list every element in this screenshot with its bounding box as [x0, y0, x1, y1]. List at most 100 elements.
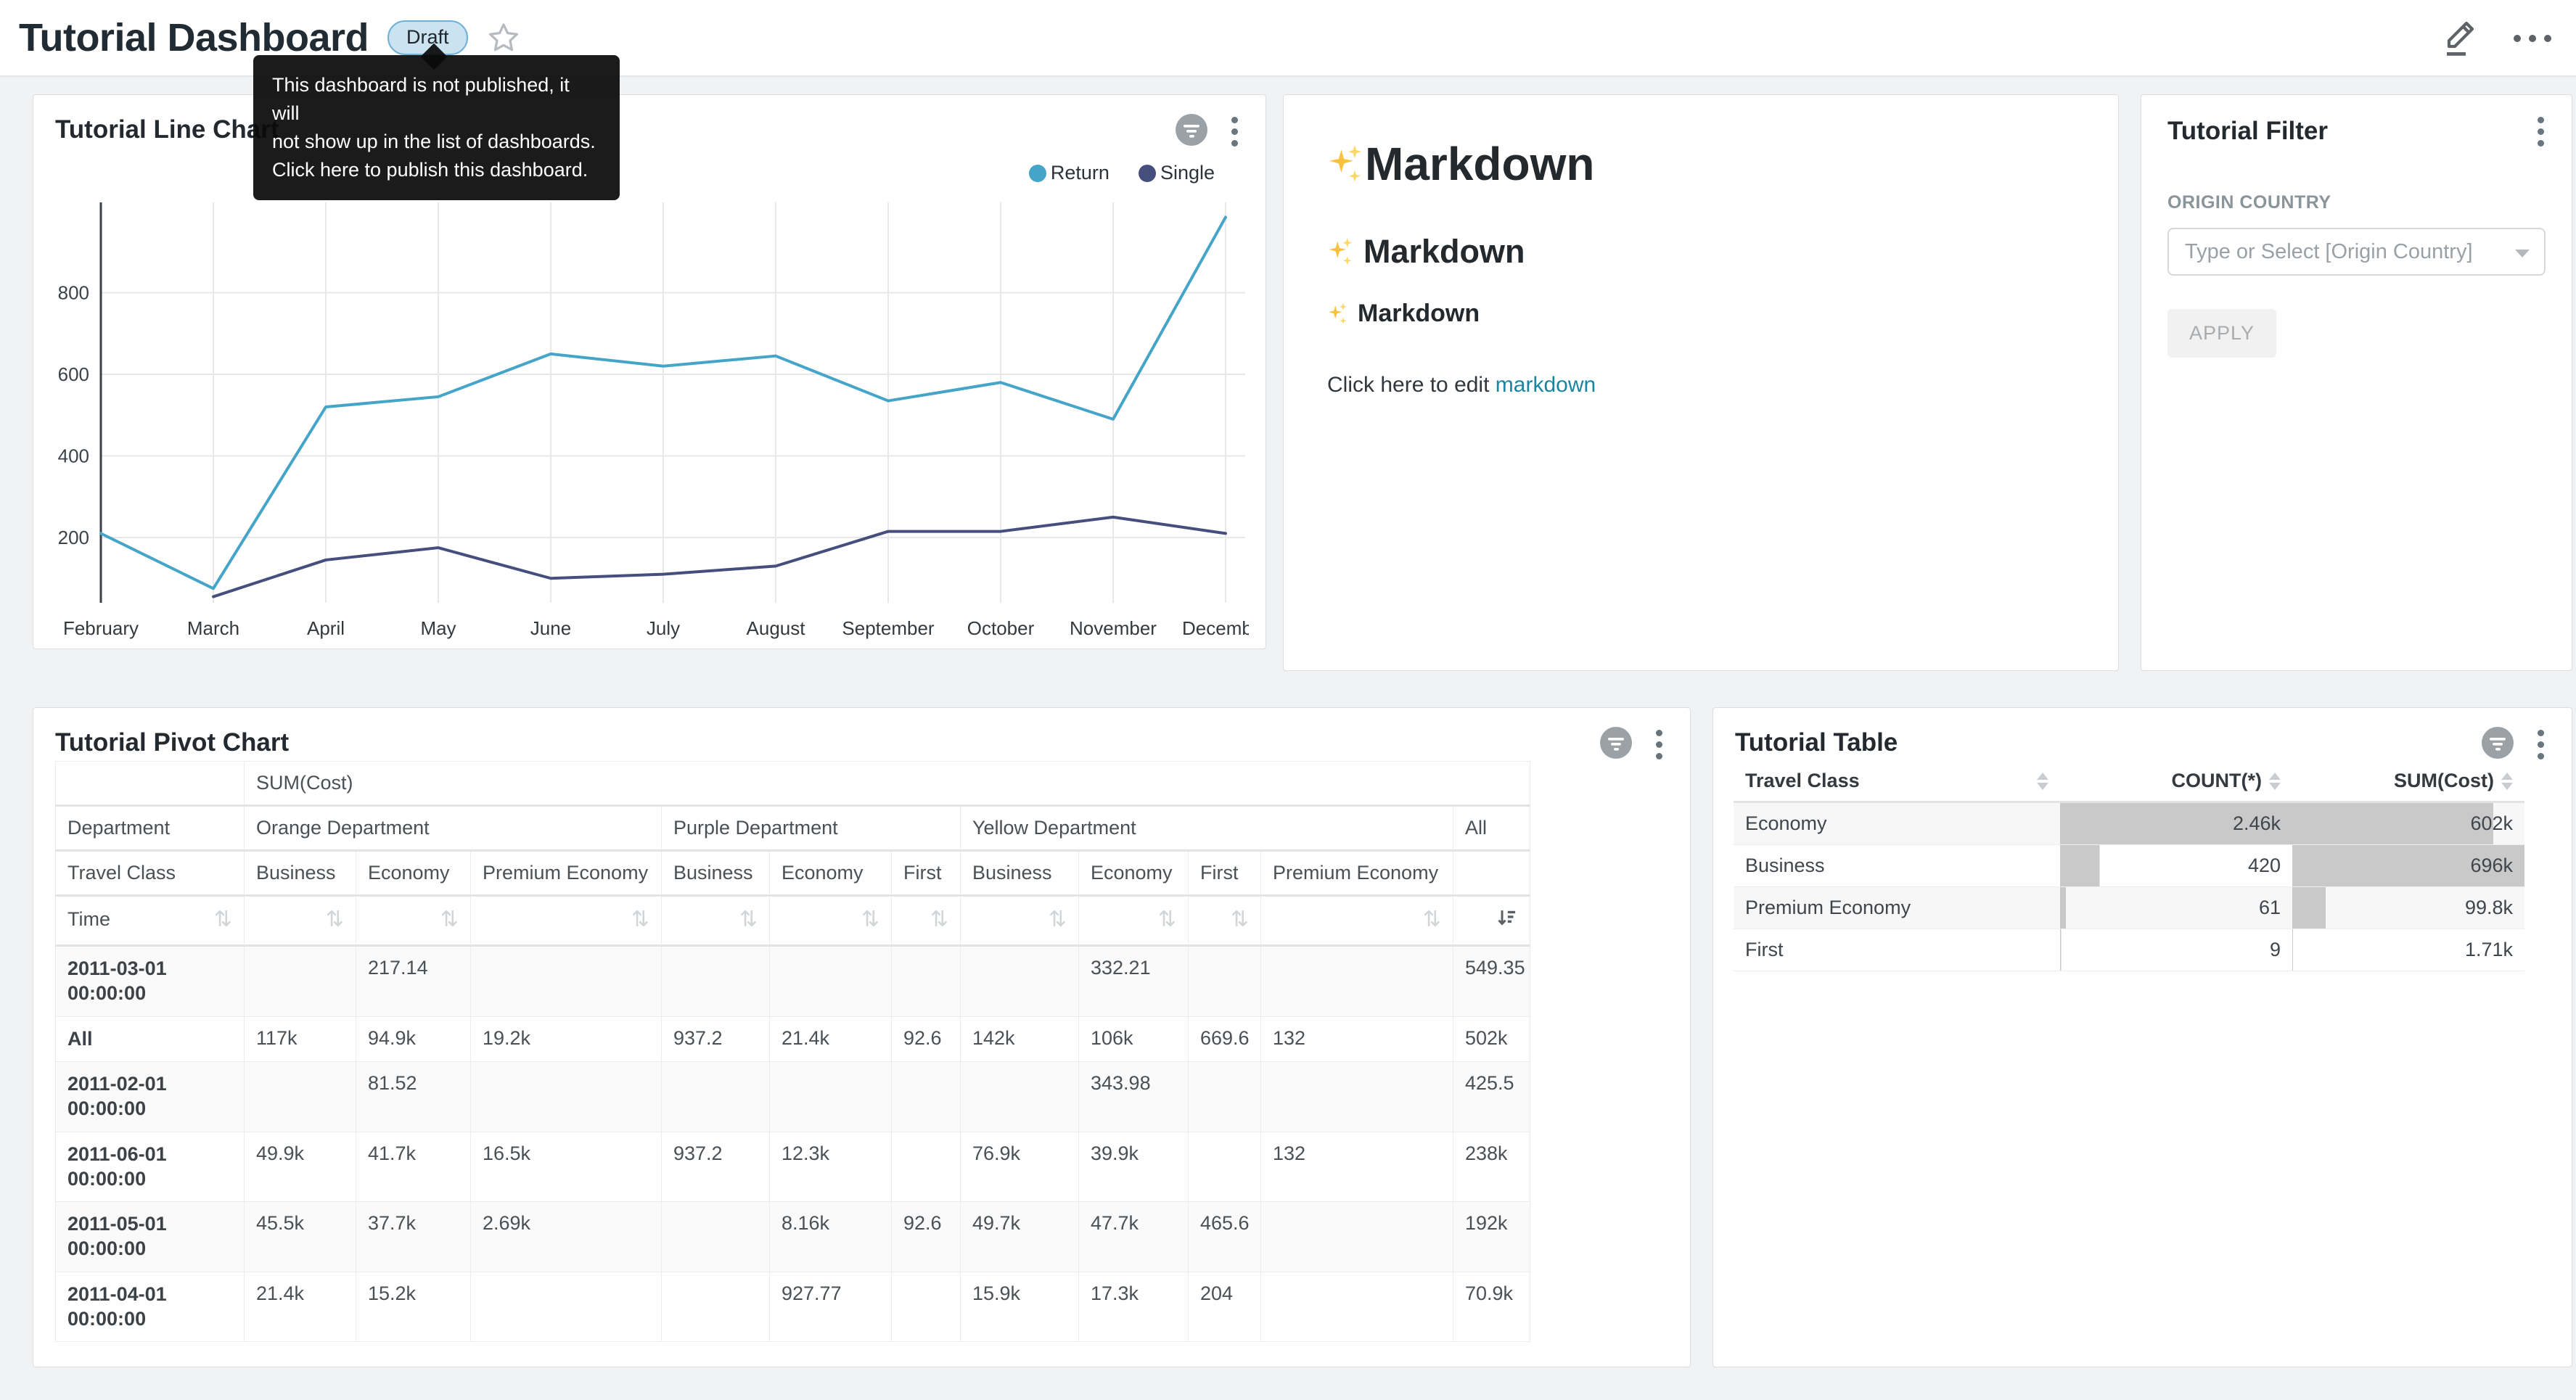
sort-icon[interactable]	[2037, 773, 2048, 790]
pivot-cell: 117k	[245, 1016, 356, 1062]
pivot-subcol-header: Business	[961, 851, 1079, 896]
filter-title: Tutorial Filter	[2167, 117, 2546, 146]
pivot-row-label: 2011-06-01 00:00:00	[56, 1132, 245, 1202]
favorite-star-icon[interactable]	[487, 21, 520, 54]
legend-dot-return	[1029, 165, 1046, 182]
pivot-row: 2011-02-01 00:00:0081.52343.98425.5	[56, 1062, 1530, 1132]
pivot-cell: 332.21	[1079, 946, 1189, 1017]
pivot-cell: 70.9k	[1453, 1272, 1530, 1342]
tooltip-line: This dashboard is not published, it will	[272, 71, 601, 128]
svg-text:July: July	[647, 617, 680, 639]
pivot-cell: 549.35	[1453, 946, 1530, 1017]
pivot-cell	[662, 1202, 770, 1272]
sort-icon[interactable]: ⇅	[1231, 907, 1249, 932]
more-menu-icon[interactable]	[2514, 35, 2551, 42]
pivot-cell: 21.4k	[245, 1272, 356, 1342]
apply-button[interactable]: APPLY	[2167, 309, 2276, 358]
sparkles-icon	[1327, 236, 1355, 267]
chart-menu-icon[interactable]	[2533, 725, 2548, 764]
svg-text:May: May	[420, 617, 456, 639]
svg-text:August: August	[747, 617, 806, 639]
count-cell: 2.46k	[2060, 802, 2292, 845]
filter-indicator-icon[interactable]	[1599, 726, 1633, 763]
pivot-cell	[892, 1062, 961, 1132]
sort-icon[interactable]: ⇅	[861, 907, 879, 932]
pivot-title: Tutorial Pivot Chart	[55, 728, 289, 757]
pivot-cell: 2.69k	[471, 1202, 662, 1272]
pivot-cell	[1261, 1062, 1453, 1132]
legend-item-single[interactable]: Single	[1139, 162, 1215, 184]
markdown-h2: Markdown	[1327, 233, 2075, 271]
sort-icon[interactable]	[2501, 773, 2513, 790]
svg-text:December: December	[1182, 617, 1249, 639]
markdown-h1: Markdown	[1327, 137, 2075, 191]
pivot-subcol-header: First	[892, 851, 961, 896]
filter-indicator-icon[interactable]	[2481, 726, 2514, 763]
pivot-chart-panel: Tutorial Pivot Chart SUM(Cost)Department…	[33, 707, 1691, 1367]
dashboard-page: Tutorial Dashboard Draft This dashboard …	[0, 0, 2576, 1400]
pivot-group-header: All	[1453, 806, 1530, 851]
origin-country-input[interactable]	[2185, 240, 2503, 264]
pivot-cell: 937.2	[662, 1132, 770, 1202]
sum-cost-cell: 1.71k	[2292, 929, 2524, 971]
header-actions	[2441, 0, 2551, 77]
publish-tooltip[interactable]: This dashboard is not published, it will…	[253, 55, 620, 200]
sort-icon[interactable]: ⇅	[214, 907, 232, 932]
col-header-sum-cost[interactable]: SUM(Cost)	[2292, 761, 2524, 802]
travel-class-cell: Business	[1734, 845, 2060, 887]
pivot-cell	[662, 946, 770, 1017]
pivot-sort-cell: ⇅	[245, 896, 356, 946]
svg-text:800: 800	[58, 282, 89, 304]
sort-icon[interactable]	[2269, 773, 2281, 790]
pivot-cell	[1189, 1062, 1261, 1132]
origin-country-select[interactable]	[2167, 228, 2546, 276]
pivot-table: SUM(Cost)DepartmentOrange DepartmentPurp…	[55, 761, 1530, 1342]
pivot-subcol-header	[1453, 851, 1530, 896]
sort-icon[interactable]: ⇅	[1158, 907, 1176, 932]
count-cell: 9	[2060, 929, 2292, 971]
chart-menu-icon[interactable]	[1652, 725, 1667, 764]
legend-item-return[interactable]: Return	[1029, 162, 1109, 184]
tooltip-line: Click here to publish this dashboard.	[272, 156, 601, 184]
pivot-row: 2011-06-01 00:00:0049.9k41.7k16.5k937.21…	[56, 1132, 1530, 1202]
filter-indicator-icon[interactable]	[1175, 113, 1208, 150]
sort-icon[interactable]: ⇅	[631, 907, 649, 932]
sort-icon[interactable]: ⇅	[1049, 907, 1067, 932]
table-panel: Tutorial Table Travel Class	[1712, 707, 2572, 1367]
pivot-cell: 81.52	[356, 1062, 471, 1132]
col-header-count[interactable]: COUNT(*)	[2060, 761, 2292, 802]
sort-icon[interactable]: ⇅	[1423, 907, 1441, 932]
pivot-cell: 192k	[1453, 1202, 1530, 1272]
sort-desc-icon[interactable]	[1496, 907, 1518, 929]
sort-icon[interactable]: ⇅	[440, 907, 459, 932]
svg-text:February: February	[63, 617, 139, 639]
pivot-sort-cell: ⇅	[1079, 896, 1189, 946]
pivot-cell	[892, 946, 961, 1017]
pivot-sort-cell: ⇅	[662, 896, 770, 946]
pivot-subcol-header: Economy	[770, 851, 892, 896]
sort-icon[interactable]: ⇅	[326, 907, 344, 932]
pivot-cell: 39.9k	[1079, 1132, 1189, 1202]
pivot-corner-cell	[56, 762, 245, 806]
filter-menu-icon[interactable]	[2533, 112, 2548, 151]
sort-icon[interactable]: ⇅	[930, 907, 948, 932]
pivot-cell: 142k	[961, 1016, 1079, 1062]
col-header-travel-class[interactable]: Travel Class	[1734, 761, 2060, 802]
pivot-cell: 41.7k	[356, 1132, 471, 1202]
chart-menu-icon[interactable]	[1227, 112, 1242, 151]
edit-dashboard-icon[interactable]	[2441, 17, 2479, 61]
travel-class-cell: Premium Economy	[1734, 887, 2060, 929]
pivot-group-header: Purple Department	[662, 806, 961, 851]
edit-markdown-link[interactable]: markdown	[1496, 373, 1596, 397]
travel-class-cell: First	[1734, 929, 2060, 971]
chart-legend: Return Single	[1029, 162, 1215, 184]
pivot-cell	[471, 946, 662, 1017]
sparkles-icon	[1327, 302, 1349, 326]
sort-icon[interactable]: ⇅	[739, 907, 758, 932]
pivot-cell	[1261, 1272, 1453, 1342]
pivot-sort-cell: ⇅	[770, 896, 892, 946]
line-chart-svg[interactable]: 200400600800FebruaryMarchAprilMayJuneJul…	[44, 197, 1249, 646]
pivot-cell	[245, 1062, 356, 1132]
pivot-cell: 37.7k	[356, 1202, 471, 1272]
table-row: Business420696k	[1734, 845, 2524, 887]
